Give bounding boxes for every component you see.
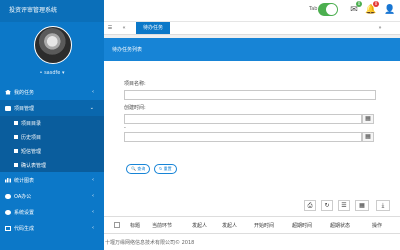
sidebar-item-label: 我的任务 xyxy=(14,89,35,96)
created-time-start-input[interactable] xyxy=(124,114,362,124)
chevron-left-icon: ‹ xyxy=(92,193,94,199)
bell-badge: 0 xyxy=(373,1,379,7)
sidebar-item-oa-office[interactable]: OA办公 ‹ xyxy=(0,188,104,204)
created-time-end-input[interactable] xyxy=(124,132,362,142)
column-header[interactable]: 开始时间 xyxy=(254,222,274,229)
chevron-left-icon: ‹ xyxy=(92,225,94,231)
search-button[interactable]: 🔍 查询 xyxy=(126,164,151,174)
avatar[interactable] xyxy=(34,26,72,64)
username-menu[interactable]: • sasdfe ▾ xyxy=(0,70,104,76)
grid-view-icon[interactable]: ▦ xyxy=(355,200,369,211)
sidebar-item-label: 统计图表 xyxy=(14,177,35,184)
sidebar-item-system-settings[interactable]: 系统设置 ‹ xyxy=(0,204,104,220)
chevron-down-icon: ⌄ xyxy=(89,105,94,111)
sidebar-subitem-label: 历史项目 xyxy=(21,134,42,141)
copyright-text: 十堰万缘网络信息技术有限公司© 2018 xyxy=(105,240,195,246)
created-time-label: 创建时间: xyxy=(124,105,146,111)
sidebar-subitem-label: 项目目录 xyxy=(21,120,42,127)
column-header[interactable]: 超期时间 xyxy=(292,222,312,229)
chevron-left-icon: ‹ xyxy=(92,209,94,215)
file-icon xyxy=(14,135,18,139)
sidebar-item-my-tasks[interactable]: 我的任务 ‹ xyxy=(0,84,104,100)
select-all-checkbox[interactable] xyxy=(114,222,120,228)
sidebar-subitem-sms-management[interactable]: 短信管理 xyxy=(0,144,104,158)
chevron-left-icon: ‹ xyxy=(92,177,94,183)
reset-button[interactable]: ↻ 重置 xyxy=(154,164,177,174)
sidebar-item-charts[interactable]: 统计图表 ‹ xyxy=(0,172,104,188)
sidebar-item-label: OA办公 xyxy=(14,193,32,200)
date-range-separator: - xyxy=(124,125,126,131)
app-title: 投资评审管理系统 xyxy=(0,0,104,22)
file-icon xyxy=(14,121,18,125)
cloud-icon xyxy=(5,193,11,199)
bar-chart-icon xyxy=(5,177,11,183)
tab-pending-tasks[interactable]: 待办任务 xyxy=(136,22,170,34)
sidebar-item-project-management[interactable]: 项目管理 ⌄ xyxy=(0,100,104,116)
column-header[interactable]: 超期状态 xyxy=(330,222,350,229)
sidebar-subitem-label: 短信管理 xyxy=(21,148,42,155)
column-header[interactable]: 操作 xyxy=(372,222,382,229)
sidebar: 投资评审管理系统 • sasdfe ▾ 我的任务 ‹ 项目管理 ⌄ 项目目录 历… xyxy=(0,0,104,250)
footer: 十堰万缘网络信息技术有限公司© 2018 xyxy=(104,234,400,250)
tab-prev-button[interactable]: « xyxy=(118,22,130,34)
mail-badge: 0 xyxy=(356,1,362,7)
sidebar-submenu: 项目目录 历史项目 短信管理 确认表管理 xyxy=(0,116,104,172)
refresh-icon[interactable]: ↻ xyxy=(321,200,333,211)
panel-title: 待办任务列表 xyxy=(104,38,400,61)
gear-icon xyxy=(5,209,11,215)
message-icon xyxy=(14,149,18,153)
sidebar-nav: 我的任务 ‹ 项目管理 ⌄ 项目目录 历史项目 短信管理 确认表管理 统计图表 … xyxy=(0,84,104,236)
sidebar-item-label: 代码生成 xyxy=(14,225,35,232)
code-icon xyxy=(5,225,11,231)
export-icon[interactable]: ⤓ xyxy=(376,200,390,211)
sidebar-item-label: 系统设置 xyxy=(14,209,35,216)
calendar-icon[interactable]: ▦ xyxy=(362,114,374,124)
column-header[interactable]: 发起人 xyxy=(222,222,237,229)
project-name-input[interactable] xyxy=(124,90,376,100)
sidebar-subitem-confirmation-forms[interactable]: 确认表管理 xyxy=(0,158,104,172)
tab-next-button[interactable]: » xyxy=(374,22,386,34)
sidebar-item-label: 项目管理 xyxy=(14,105,35,112)
home-icon xyxy=(5,89,11,95)
sidebar-subitem-project-catalog[interactable]: 项目目录 xyxy=(0,116,104,130)
user-icon[interactable]: 👤 xyxy=(384,5,396,16)
tab-toggle-label: Tab xyxy=(309,6,318,12)
form-icon xyxy=(14,163,18,167)
top-bar: Tab ✉ 0 🔔 0 👤 xyxy=(104,0,400,22)
project-name-label: 项目名称: xyxy=(124,81,146,87)
tab-strip: ☰ « 待办任务 » xyxy=(104,22,400,35)
sidebar-subitem-history-projects[interactable]: 历史项目 xyxy=(0,130,104,144)
print-icon[interactable]: ⎙ xyxy=(304,200,316,211)
table-header: 标题 当前环节 发起人 发起人 开始时间 超期时间 超期状态 操作 xyxy=(104,216,400,234)
column-header[interactable]: 标题 xyxy=(130,222,140,229)
sidebar-item-code-generation[interactable]: 代码生成 ‹ xyxy=(0,220,104,236)
sidebar-subitem-label: 确认表管理 xyxy=(21,162,47,169)
folder-icon xyxy=(5,105,11,111)
calendar-icon[interactable]: ▦ xyxy=(362,132,374,142)
column-header[interactable]: 发起人 xyxy=(192,222,207,229)
columns-icon[interactable]: ☰ xyxy=(338,200,350,211)
menu-toggle-icon[interactable]: ☰ xyxy=(104,22,116,34)
column-header[interactable]: 当前环节 xyxy=(152,222,172,229)
profile: • sasdfe ▾ xyxy=(0,22,104,84)
chevron-left-icon: ‹ xyxy=(92,89,94,95)
tab-toggle-switch[interactable] xyxy=(318,3,338,16)
